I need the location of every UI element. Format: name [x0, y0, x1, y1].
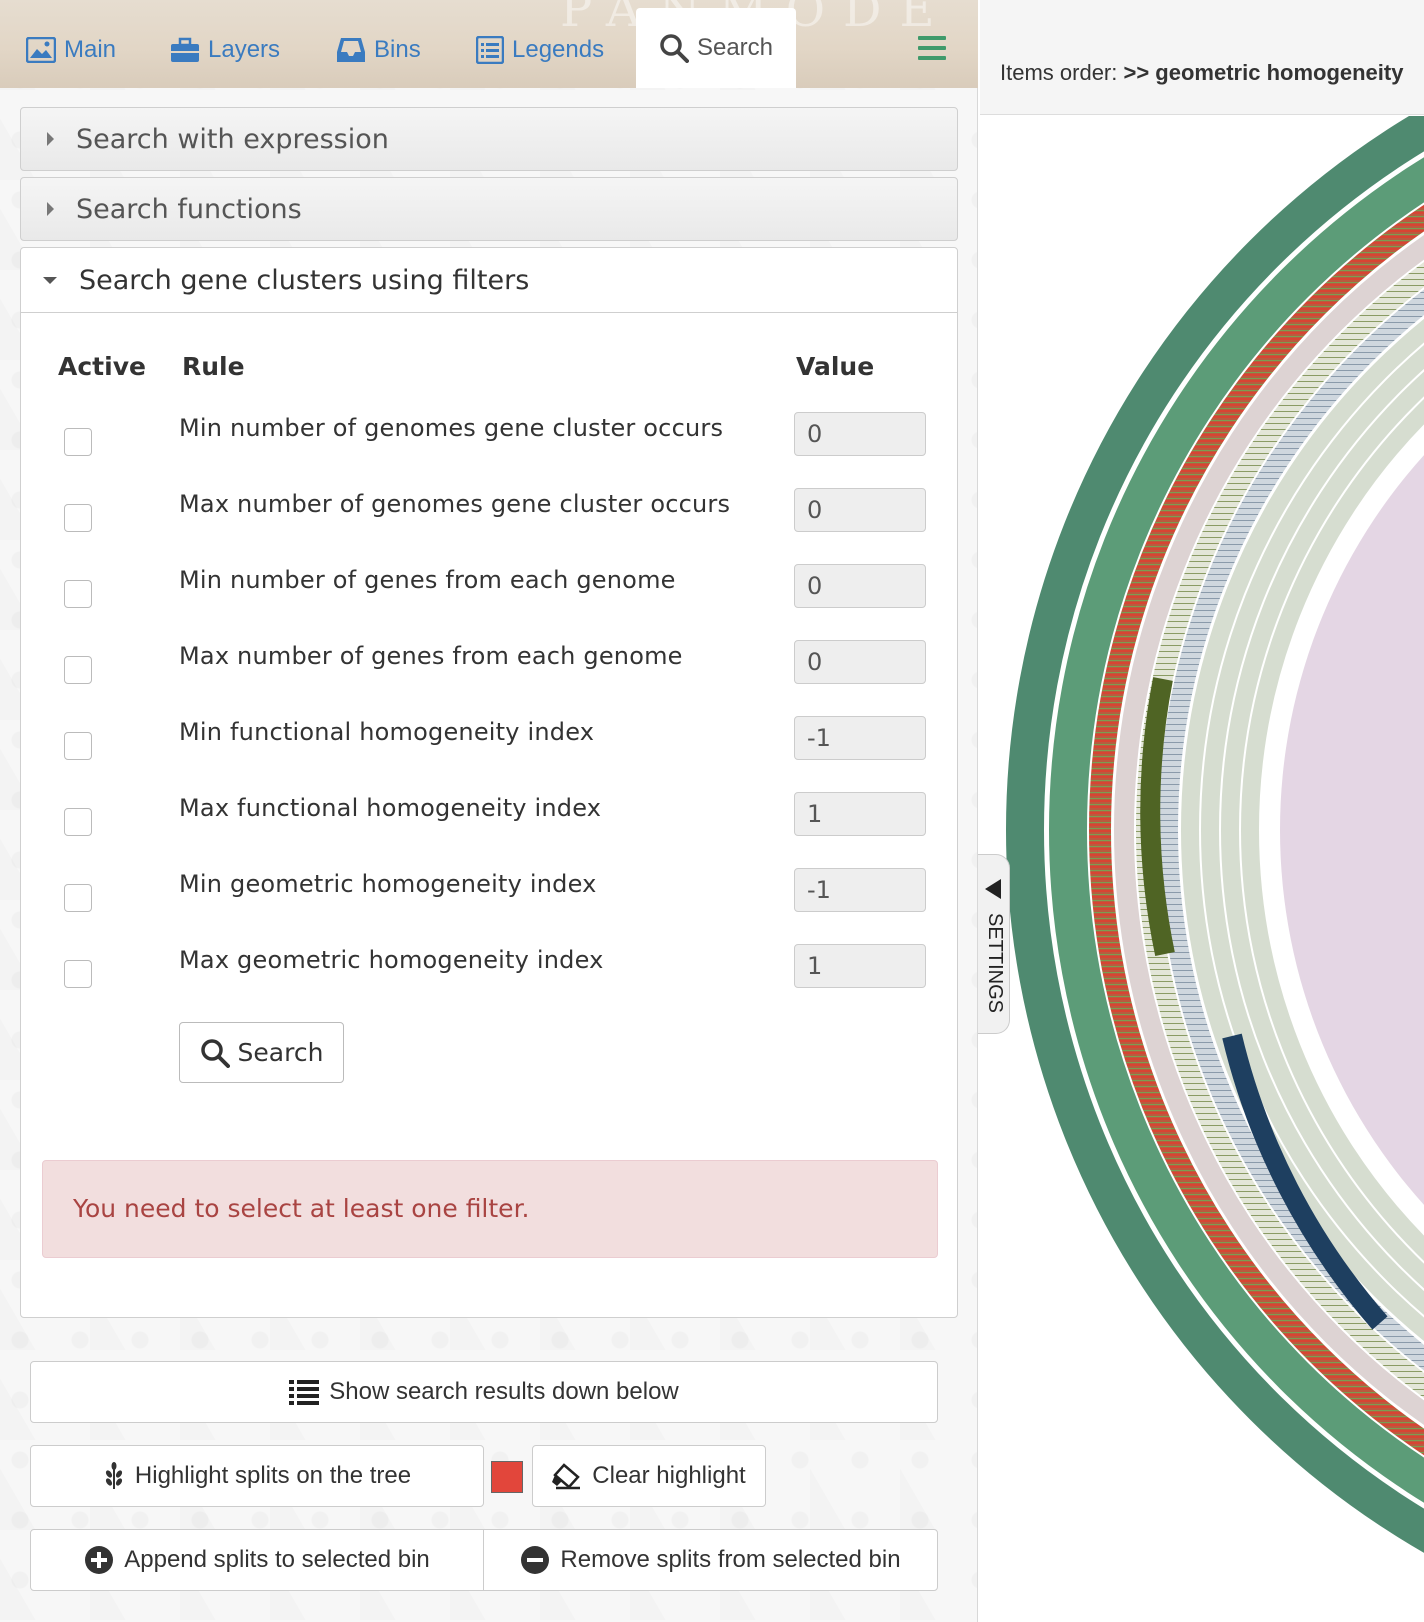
list-alt-icon [476, 36, 504, 64]
grain-icon [105, 1462, 122, 1489]
items-order-label: Items order: [1000, 60, 1118, 85]
append-splits-button[interactable]: Append splits to selected bin [30, 1529, 484, 1591]
items-order-bar: Items order: >> geometric homogeneity [980, 0, 1424, 115]
filter-rule-label: Min number of genes from each genome [179, 566, 676, 594]
tab-label: Layers [208, 36, 281, 63]
caret-right-icon [47, 202, 54, 216]
tab-bins[interactable]: Bins [336, 30, 421, 70]
settings-label: SETTINGS [984, 913, 1006, 1014]
tree-view-panel: Items order: >> geometric homogeneity [980, 0, 1424, 1622]
left-panel: PANMODE Main Layers Bins Legends Search [0, 0, 978, 1622]
button-label: Highlight splits on the tree [134, 1462, 412, 1489]
tab-legends[interactable]: Legends [476, 30, 604, 70]
column-header-rule: Rule [182, 352, 245, 381]
tab-label: Search [696, 34, 774, 61]
filter-row: Min number of genes from each genome 0 [0, 562, 978, 632]
tab-layers[interactable]: Layers [170, 30, 280, 70]
highlight-splits-button[interactable]: Highlight splits on the tree [30, 1445, 484, 1507]
filter-row: Max number of genomes gene cluster occur… [0, 486, 978, 556]
tab-main[interactable]: Main [26, 30, 116, 70]
filter-search-button[interactable]: Search [179, 1022, 344, 1083]
filter-rule-label: Min number of genomes gene cluster occur… [179, 414, 724, 442]
triangle-left-icon [985, 879, 1001, 899]
filter-value-input[interactable]: -1 [794, 868, 926, 912]
filter-rule-label: Min geometric homogeneity index [179, 870, 597, 898]
filter-row: Max number of genes from each genome 0 [0, 638, 978, 708]
filter-alert: You need to select at least one filter. [42, 1160, 938, 1258]
image-icon [26, 37, 56, 63]
filter-rule-label: Max functional homogeneity index [179, 794, 602, 822]
filter-rule-label: Max number of genomes gene cluster occur… [179, 490, 731, 518]
accordion-header[interactable]: Search with expression [21, 108, 957, 170]
inbox-icon [337, 38, 365, 62]
accordion-header[interactable]: Search functions [21, 178, 957, 240]
filter-active-checkbox[interactable] [64, 732, 92, 760]
filter-value-input[interactable]: 0 [794, 412, 926, 456]
accordion-search-expression[interactable]: Search with expression [20, 107, 958, 171]
accordion-title: Search functions [76, 193, 302, 225]
filter-active-checkbox[interactable] [64, 884, 92, 912]
filter-active-checkbox[interactable] [64, 428, 92, 456]
accordion-title: Search with expression [76, 123, 389, 155]
button-label: Show search results down below [329, 1378, 679, 1405]
column-header-active: Active [58, 352, 146, 381]
caret-right-icon [47, 132, 54, 146]
settings-toggle-tab[interactable]: SETTINGS [978, 854, 1010, 1034]
accordion-header[interactable]: Search gene clusters using filters [21, 248, 957, 313]
remove-splits-button[interactable]: Remove splits from selected bin [483, 1529, 938, 1591]
accordion-search-functions[interactable]: Search functions [20, 177, 958, 241]
search-icon [200, 1038, 230, 1068]
filter-active-checkbox[interactable] [64, 656, 92, 684]
briefcase-icon [171, 37, 199, 62]
tab-bar: PANMODE Main Layers Bins Legends Search [0, 0, 978, 88]
items-order-value: >> geometric homogeneity [1123, 60, 1404, 85]
tab-label: Legends [512, 36, 605, 63]
clear-highlight-button[interactable]: Clear highlight [532, 1445, 766, 1507]
plus-circle-icon [85, 1546, 114, 1574]
list-icon [289, 1380, 320, 1405]
button-label: Append splits to selected bin [124, 1546, 430, 1573]
filter-row: Min number of genomes gene cluster occur… [0, 410, 978, 480]
filter-rule-label: Min functional homogeneity index [179, 718, 595, 746]
caret-down-icon [43, 276, 57, 284]
tab-search[interactable]: Search [636, 8, 796, 88]
filter-active-checkbox[interactable] [64, 504, 92, 532]
button-label: Remove splits from selected bin [560, 1546, 901, 1573]
filter-value-input[interactable]: 0 [794, 564, 926, 608]
filter-row: Min geometric homogeneity index -1 [0, 866, 978, 936]
app-window: PANMODE Main Layers Bins Legends Search [0, 0, 1424, 1622]
tree-rings [1006, 116, 1424, 1553]
column-header-value: Value [796, 352, 875, 381]
filter-rule-label: Max geometric homogeneity index [179, 946, 604, 974]
show-search-results-button[interactable]: Show search results down below [30, 1361, 938, 1423]
accordion-title: Search gene clusters using filters [79, 264, 530, 296]
filter-value-input[interactable]: 0 [794, 488, 926, 532]
filter-active-checkbox[interactable] [64, 580, 92, 608]
tab-label: Bins [374, 36, 421, 63]
highlight-color-picker[interactable] [491, 1461, 523, 1493]
search-button-label: Search [237, 1038, 324, 1067]
filter-active-checkbox[interactable] [64, 960, 92, 988]
filter-value-input[interactable]: -1 [794, 716, 926, 760]
eraser-icon [552, 1463, 581, 1490]
filter-value-input[interactable]: 0 [794, 640, 926, 684]
filter-value-input[interactable]: 1 [794, 792, 926, 836]
filter-active-checkbox[interactable] [64, 808, 92, 836]
filter-row: Max functional homogeneity index 1 [0, 790, 978, 860]
search-icon [660, 34, 689, 63]
filter-rule-label: Max number of genes from each genome [179, 642, 683, 670]
tab-label: Main [64, 36, 117, 63]
filter-row: Min functional homogeneity index -1 [0, 714, 978, 784]
filter-value-input[interactable]: 1 [794, 944, 926, 988]
circular-tree-canvas[interactable] [980, 116, 1424, 1622]
hamburger-menu-icon[interactable] [918, 36, 946, 62]
button-label: Clear highlight [592, 1462, 746, 1489]
filter-row: Max geometric homogeneity index 1 [0, 942, 978, 1012]
minus-circle-icon [521, 1546, 550, 1574]
